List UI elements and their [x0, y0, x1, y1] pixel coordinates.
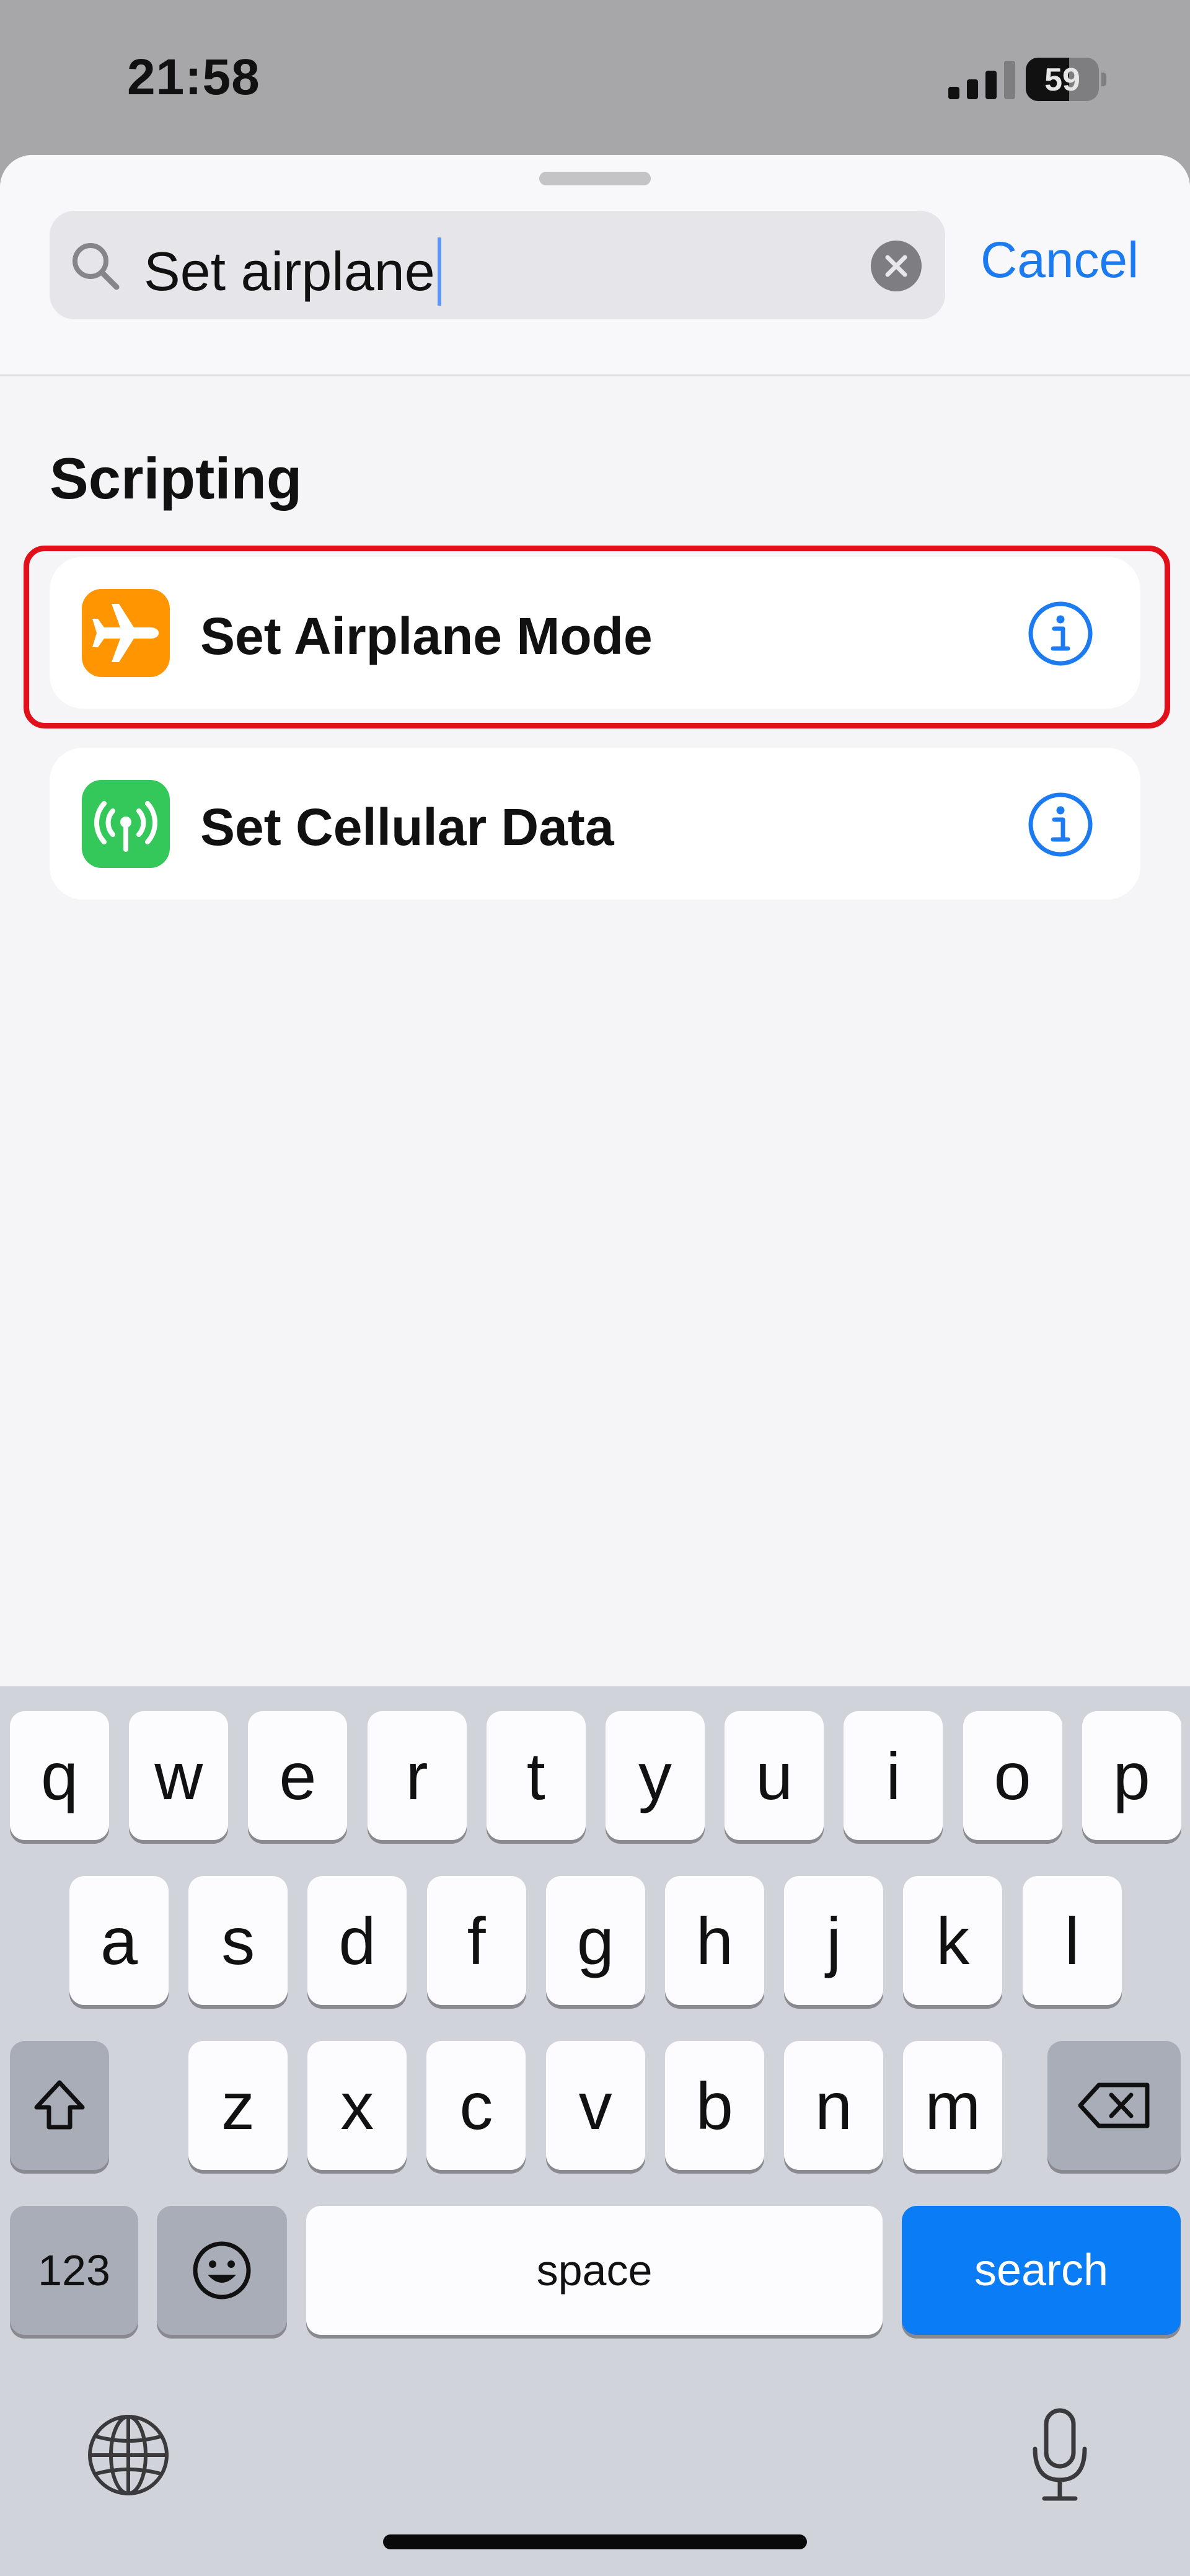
result-label: Set Cellular Data	[200, 798, 614, 856]
search-icon	[73, 243, 120, 290]
search-input[interactable]: Set airplane	[50, 211, 945, 319]
result-set-cellular-data[interactable]: Set Cellular Data	[50, 748, 1140, 900]
key-a[interactable]: a	[69, 1876, 169, 2005]
key-j[interactable]: j	[784, 1876, 884, 2005]
key-g[interactable]: g	[545, 1876, 645, 2005]
keyboard: 123 space search qwertyuiop asdfghjkl zxcv…	[0, 1686, 1190, 2576]
key-w[interactable]: w	[129, 1711, 229, 1840]
key-f[interactable]: f	[426, 1876, 526, 2005]
airplane-icon	[82, 589, 170, 677]
key-u[interactable]: u	[725, 1711, 824, 1840]
clear-search-button[interactable]	[871, 241, 922, 291]
key-h[interactable]: h	[665, 1876, 764, 2005]
shift-key[interactable]	[10, 2041, 109, 2170]
search-query-text: Set airplane	[144, 237, 441, 306]
microphone-icon[interactable]	[1026, 2406, 1094, 2505]
search-header: Set airplane Cancel	[0, 155, 1190, 376]
key-p[interactable]: p	[1082, 1711, 1181, 1840]
text-caret	[437, 237, 441, 306]
key-d[interactable]: d	[307, 1876, 407, 2005]
section-title: Scripting	[50, 446, 302, 511]
battery-level: 59	[1044, 62, 1080, 98]
key-l[interactable]: l	[1022, 1876, 1122, 2005]
emoji-key[interactable]	[157, 2206, 287, 2335]
key-z[interactable]: z	[188, 2041, 288, 2170]
key-v[interactable]: v	[545, 2041, 645, 2170]
key-o[interactable]: o	[963, 1711, 1062, 1840]
key-q[interactable]: q	[10, 1711, 109, 1840]
key-x[interactable]: x	[307, 2041, 407, 2170]
key-r[interactable]: r	[367, 1711, 467, 1840]
sheet-grabber[interactable]	[539, 172, 651, 185]
key-e[interactable]: e	[248, 1711, 348, 1840]
status-bar: 21:58 59	[0, 0, 1190, 155]
shift-icon	[34, 2080, 85, 2130]
result-set-airplane-mode[interactable]: Set Airplane Mode	[50, 557, 1140, 709]
status-time: 21:58	[127, 49, 260, 105]
key-s[interactable]: s	[188, 1876, 288, 2005]
cancel-button[interactable]: Cancel	[981, 231, 1139, 290]
key-n[interactable]: n	[784, 2041, 883, 2170]
globe-icon[interactable]	[84, 2410, 174, 2500]
key-y[interactable]: y	[606, 1711, 705, 1840]
key-k[interactable]: k	[903, 1876, 1003, 2005]
cellular-signal-icon	[948, 61, 1015, 99]
search-key[interactable]: search	[902, 2206, 1181, 2335]
delete-key[interactable]	[1047, 2041, 1181, 2170]
emoji-icon	[193, 2241, 251, 2299]
clear-icon	[885, 255, 907, 277]
info-icon[interactable]	[1027, 600, 1094, 667]
antenna-icon	[82, 780, 170, 868]
key-c[interactable]: c	[426, 2041, 526, 2170]
key-m[interactable]: m	[903, 2041, 1003, 2170]
key-i[interactable]: i	[844, 1711, 943, 1840]
space-key[interactable]: space	[306, 2206, 883, 2335]
battery-icon: 59	[1026, 58, 1106, 101]
action-search-sheet: Set airplane Cancel Scripting Set Airpla…	[0, 155, 1190, 1686]
key-b[interactable]: b	[664, 2041, 764, 2170]
key-t[interactable]: t	[486, 1711, 586, 1840]
result-label: Set Airplane Mode	[200, 607, 653, 665]
info-icon[interactable]	[1027, 791, 1094, 858]
home-indicator[interactable]	[383, 2534, 807, 2549]
backspace-icon	[1078, 2082, 1149, 2128]
numbers-key[interactable]: 123	[10, 2206, 138, 2335]
